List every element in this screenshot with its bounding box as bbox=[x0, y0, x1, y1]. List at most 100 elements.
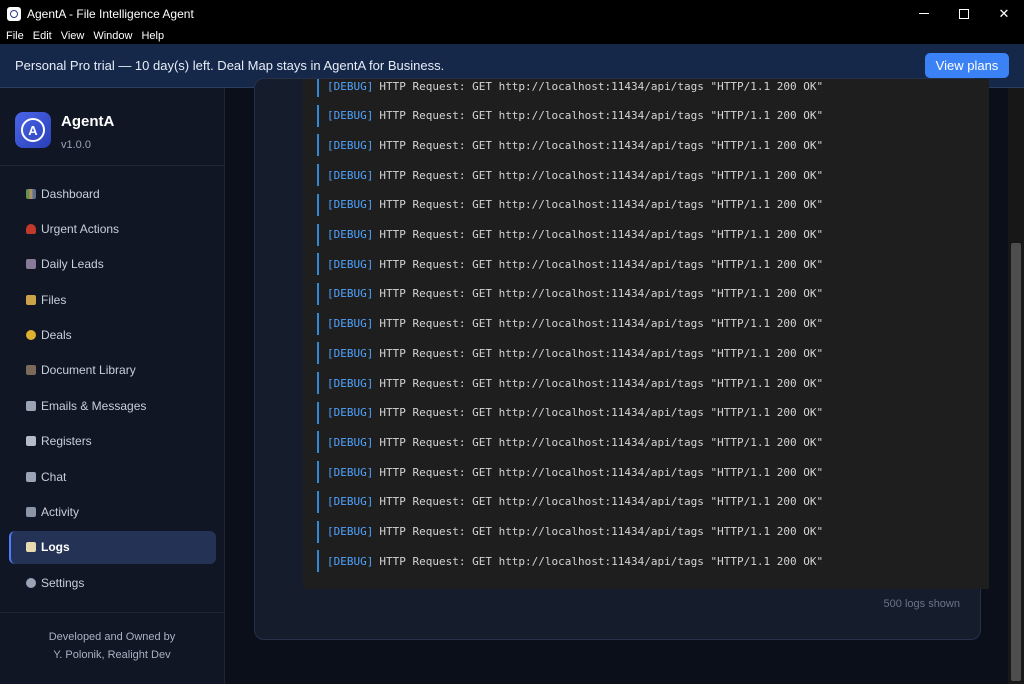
log-line: [DEBUG] HTTP Request: GET http://localhos… bbox=[317, 312, 957, 335]
trial-banner-text: Personal Pro trial — 10 day(s) left. Dea… bbox=[15, 58, 445, 73]
log-message: HTTP Request: GET http://localhost:11434… bbox=[379, 465, 824, 479]
activity-icon bbox=[26, 507, 36, 518]
settings-icon bbox=[26, 577, 36, 588]
log-level: [DEBUG] bbox=[327, 257, 374, 271]
log-line: [DEBUG] HTTP Request: GET http://localhos… bbox=[317, 550, 957, 573]
email-icon bbox=[26, 400, 36, 411]
sidebar-item-emails-messages[interactable]: Emails & Messages bbox=[9, 389, 216, 422]
sidebar-item-activity[interactable]: Activity bbox=[9, 496, 216, 529]
sidebar-item-urgent-actions[interactable]: Urgent Actions bbox=[9, 212, 216, 245]
registers-icon bbox=[26, 436, 36, 447]
chat-icon bbox=[26, 471, 36, 482]
sidebar-divider bbox=[0, 612, 224, 613]
log-line: [DEBUG] HTTP Request: GET http://localhos… bbox=[317, 342, 957, 365]
log-line: [DEBUG] HTTP Request: GET http://localhos… bbox=[317, 253, 957, 276]
brand-name: AgentA bbox=[61, 113, 115, 130]
log-level: [DEBUG] bbox=[327, 376, 374, 390]
log-message: HTTP Request: GET http://localhost:11434… bbox=[379, 287, 824, 301]
minimize-icon bbox=[919, 13, 929, 14]
sidebar-item-logs[interactable]: Logs bbox=[9, 530, 216, 564]
logs-count: 500 logs shown bbox=[883, 598, 960, 610]
sidebar-item-dashboard[interactable]: Dashboard bbox=[9, 177, 216, 210]
log-level: [DEBUG] bbox=[327, 168, 374, 182]
log-line: [DEBUG] HTTP Request: GET http://localhos… bbox=[317, 461, 957, 484]
log-message: HTTP Request: GET http://localhost:11434… bbox=[379, 554, 824, 568]
maximize-button[interactable] bbox=[944, 0, 984, 27]
sidebar-nav: Dashboard Urgent Actions Daily Leads Fil… bbox=[9, 177, 216, 602]
logo-letter: A bbox=[21, 118, 45, 142]
menu-window[interactable]: Window bbox=[93, 30, 132, 42]
menu-edit[interactable]: Edit bbox=[33, 30, 52, 42]
log-message: HTTP Request: GET http://localhost:11434… bbox=[379, 346, 824, 360]
window-controls: ✕ bbox=[904, 0, 1024, 27]
deals-icon bbox=[26, 330, 36, 341]
sidebar-item-files[interactable]: Files bbox=[9, 283, 216, 316]
menu-view[interactable]: View bbox=[61, 30, 85, 42]
menu-help[interactable]: Help bbox=[141, 30, 164, 42]
dashboard-icon bbox=[26, 188, 36, 199]
sidebar-item-chat[interactable]: Chat bbox=[9, 460, 216, 493]
log-line: [DEBUG] HTTP Request: GET http://localhos… bbox=[317, 282, 957, 305]
sidebar-item-daily-leads[interactable]: Daily Leads bbox=[9, 248, 216, 281]
credit-line: Developed and Owned by bbox=[48, 631, 176, 643]
agenta-logo-icon: A bbox=[15, 112, 51, 148]
sidebar-item-label: Urgent Actions bbox=[41, 221, 120, 236]
app-icon bbox=[7, 6, 21, 21]
log-line: [DEBUG] HTTP Request: GET http://localhos… bbox=[317, 431, 957, 454]
sidebar-item-settings[interactable]: Settings bbox=[9, 566, 216, 599]
sidebar-footer: Developed and Owned by Y. Polonik, Reali… bbox=[0, 628, 224, 664]
log-level: [DEBUG] bbox=[327, 198, 374, 212]
sidebar-item-label: Deals bbox=[41, 328, 72, 343]
log-level: [DEBUG] bbox=[327, 79, 374, 93]
close-button[interactable]: ✕ bbox=[984, 0, 1024, 27]
title-bar: AgentA - File Intelligence Agent ✕ bbox=[0, 0, 1024, 27]
log-line: [DEBUG] HTTP Request: GET http://localhos… bbox=[317, 223, 957, 246]
log-line: [DEBUG] HTTP Request: GET http://localhos… bbox=[317, 134, 957, 157]
log-line: [DEBUG] HTTP Request: GET http://localhos… bbox=[317, 79, 957, 97]
menu-file[interactable]: File bbox=[6, 30, 24, 42]
log-line: [DEBUG] HTTP Request: GET http://localhos… bbox=[317, 164, 957, 187]
maximize-icon bbox=[959, 8, 969, 19]
sidebar-item-registers[interactable]: Registers bbox=[9, 425, 216, 458]
folder-icon bbox=[26, 294, 36, 305]
sidebar: A AgentA v1.0.0 Dashboard Urgent Actions… bbox=[0, 88, 225, 684]
log-message: HTTP Request: GET http://localhost:11434… bbox=[379, 317, 824, 331]
sidebar-divider bbox=[0, 165, 224, 166]
log-message: HTTP Request: GET http://localhost:11434… bbox=[379, 168, 824, 182]
view-plans-button[interactable]: View plans bbox=[925, 53, 1009, 78]
log-level: [DEBUG] bbox=[327, 465, 374, 479]
log-level: [DEBUG] bbox=[327, 406, 374, 420]
logs-card: [DEBUG] HTTP Request: GET http://localhos… bbox=[254, 78, 989, 640]
window-scroll-thumb[interactable] bbox=[1011, 243, 1021, 681]
menu-bar: File Edit View Window Help bbox=[0, 27, 1024, 44]
sidebar-item-deals[interactable]: Deals bbox=[9, 319, 216, 352]
urgent-icon bbox=[26, 223, 36, 234]
log-message: HTTP Request: GET http://localhost:11434… bbox=[379, 376, 824, 390]
brand-version: v1.0.0 bbox=[61, 139, 91, 151]
log-level: [DEBUG] bbox=[327, 346, 374, 360]
log-level: [DEBUG] bbox=[327, 228, 374, 241]
log-message: HTTP Request: GET http://localhost:11434… bbox=[379, 138, 824, 152]
credit-line: Y. Polonik, Realight Dev bbox=[53, 649, 171, 661]
sidebar-item-label: Activity bbox=[41, 505, 80, 520]
log-message: HTTP Request: GET http://localhost:11434… bbox=[379, 257, 824, 271]
log-message: HTTP Request: GET http://localhost:11434… bbox=[379, 406, 824, 420]
sidebar-item-label: Document Library bbox=[41, 363, 136, 378]
log-line: [DEBUG] HTTP Request: GET http://localhos… bbox=[317, 193, 957, 216]
sidebar-item-label: Registers bbox=[41, 434, 92, 449]
log-level: [DEBUG] bbox=[327, 495, 374, 509]
log-line: [DEBUG] HTTP Request: GET http://localhos… bbox=[317, 401, 957, 424]
log-viewer[interactable]: [DEBUG] HTTP Request: GET http://localhos… bbox=[303, 79, 989, 589]
sidebar-item-document-library[interactable]: Document Library bbox=[9, 354, 216, 387]
minimize-button[interactable] bbox=[904, 0, 944, 27]
window-scrollbar[interactable] bbox=[1008, 88, 1024, 684]
close-icon: ✕ bbox=[998, 5, 1010, 21]
window-title: AgentA - File Intelligence Agent bbox=[27, 6, 194, 21]
log-line: [DEBUG] HTTP Request: GET http://localhos… bbox=[317, 520, 957, 543]
log-level: [DEBUG] bbox=[327, 138, 374, 152]
log-line: [DEBUG] HTTP Request: GET http://localhos… bbox=[317, 490, 957, 513]
log-message: HTTP Request: GET http://localhost:11434… bbox=[379, 228, 824, 241]
log-level: [DEBUG] bbox=[327, 287, 374, 301]
log-message: HTTP Request: GET http://localhost:11434… bbox=[379, 109, 824, 123]
sidebar-item-label: Settings bbox=[41, 575, 85, 590]
